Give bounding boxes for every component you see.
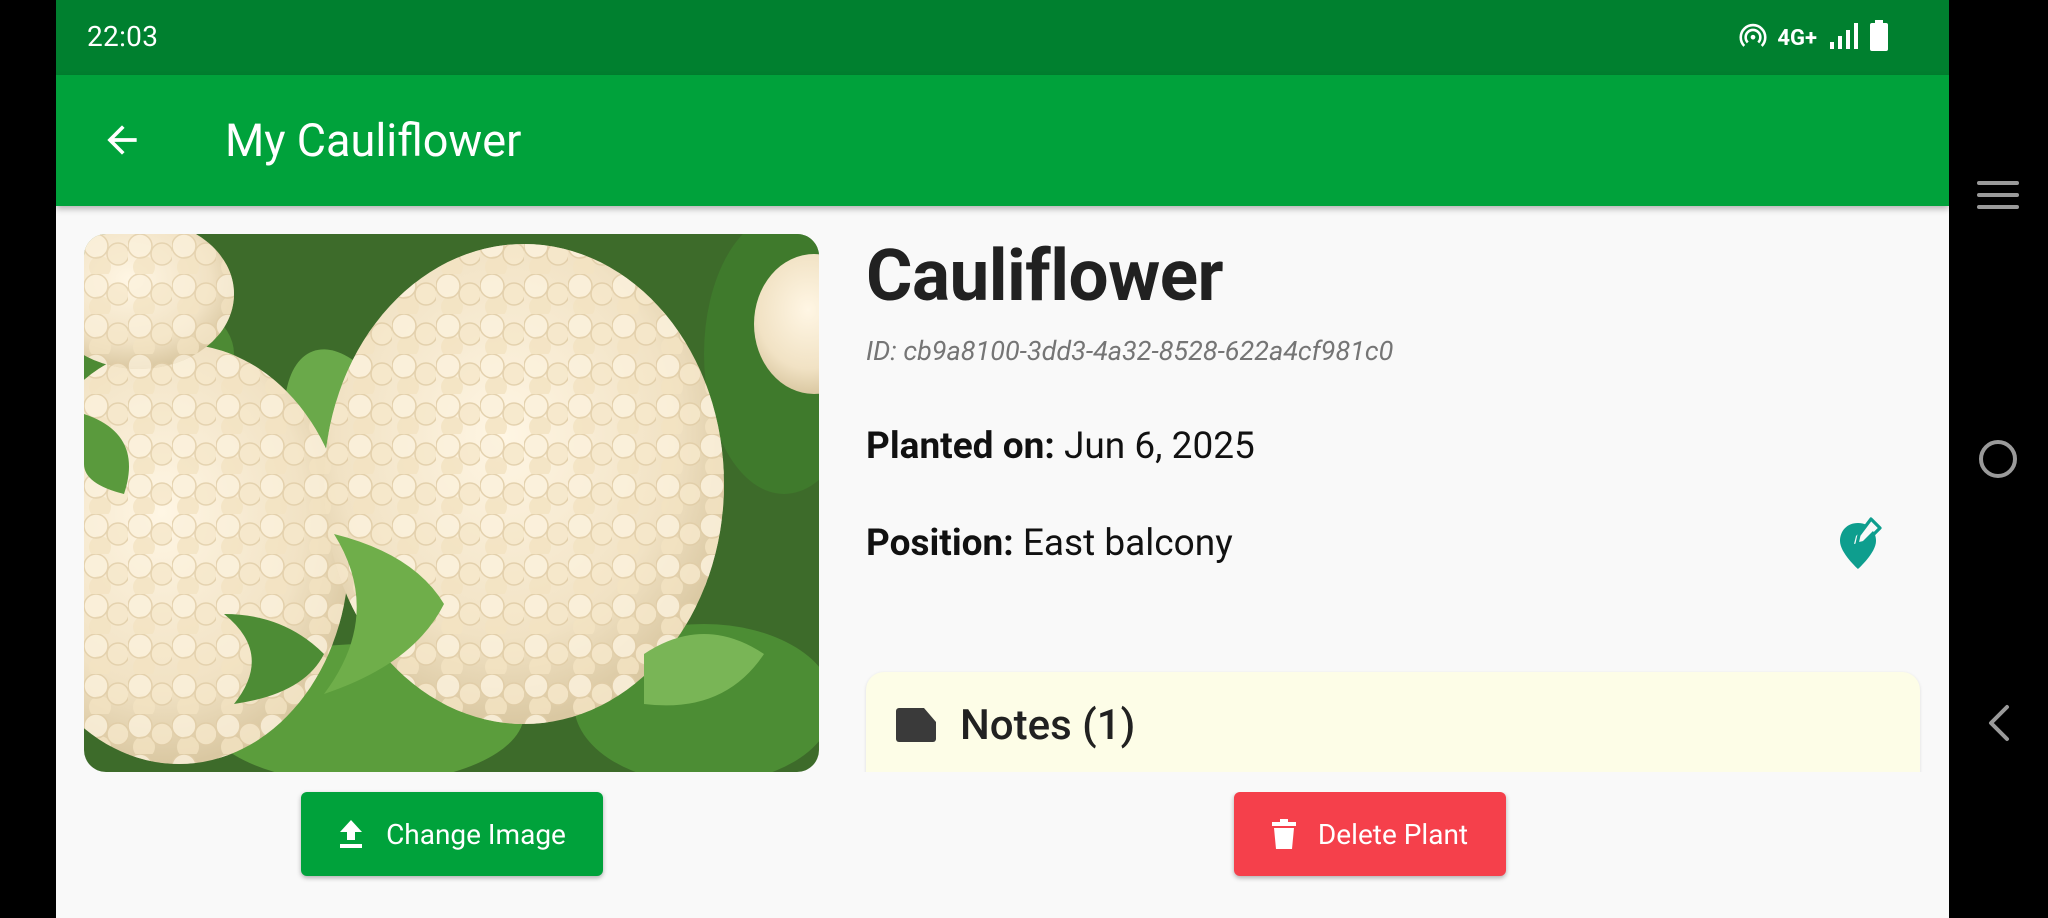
back-nav-button[interactable] [1975, 700, 2021, 746]
content-divider [856, 772, 1936, 792]
network-type-label: 4G+ [1777, 25, 1817, 51]
status-icons: 4G+ [1739, 20, 1889, 56]
system-nav-bar [1949, 0, 2048, 918]
upload-icon [340, 820, 363, 848]
edit-location-icon [1840, 517, 1882, 569]
page-title: My Cauliflower [225, 114, 522, 167]
status-bar: 22:03 4G+ [56, 0, 1949, 75]
change-image-label: Change Image [386, 817, 566, 851]
home-icon [1979, 440, 2017, 478]
edit-location-button[interactable] [1838, 517, 1884, 571]
plant-name: Cauliflower [866, 235, 1224, 318]
planted-on-value: Jun 6, 2025 [1063, 425, 1255, 468]
notes-title: Notes (1) [960, 701, 1136, 750]
trash-icon [1271, 819, 1296, 849]
notes-card[interactable]: Notes (1) [866, 672, 1920, 780]
label-icon [896, 708, 938, 746]
position-label: Position: [866, 522, 1023, 565]
planted-on-label: Planted on: [866, 425, 1064, 468]
back-icon [1989, 705, 2009, 741]
position-value: East balcony [1022, 522, 1233, 565]
home-button[interactable] [1975, 436, 2021, 482]
recents-button[interactable] [1975, 172, 2021, 218]
arrow-left-icon [107, 125, 137, 155]
menu-icon [1977, 181, 2019, 209]
back-button[interactable] [94, 112, 150, 168]
position-row: Position: East balcony [866, 522, 1233, 565]
delete-plant-label: Delete Plant [1317, 817, 1469, 851]
change-image-button[interactable]: Change Image [301, 792, 603, 876]
hotspot-icon [1739, 22, 1767, 54]
battery-icon [1869, 20, 1889, 56]
signal-icon [1829, 22, 1859, 54]
app-screen: 22:03 4G+ My Cauliflower Cauliflower ID:… [56, 0, 1949, 918]
app-bar: My Cauliflower [56, 75, 1949, 206]
planted-on-row: Planted on: Jun 6, 2025 [866, 425, 1255, 468]
delete-plant-button[interactable]: Delete Plant [1234, 792, 1506, 876]
plant-image [84, 234, 819, 772]
plant-id: ID: cb9a8100-3dd3-4a32-8528-622a4cf981c0 [866, 335, 1394, 367]
status-time: 22:03 [87, 20, 159, 53]
